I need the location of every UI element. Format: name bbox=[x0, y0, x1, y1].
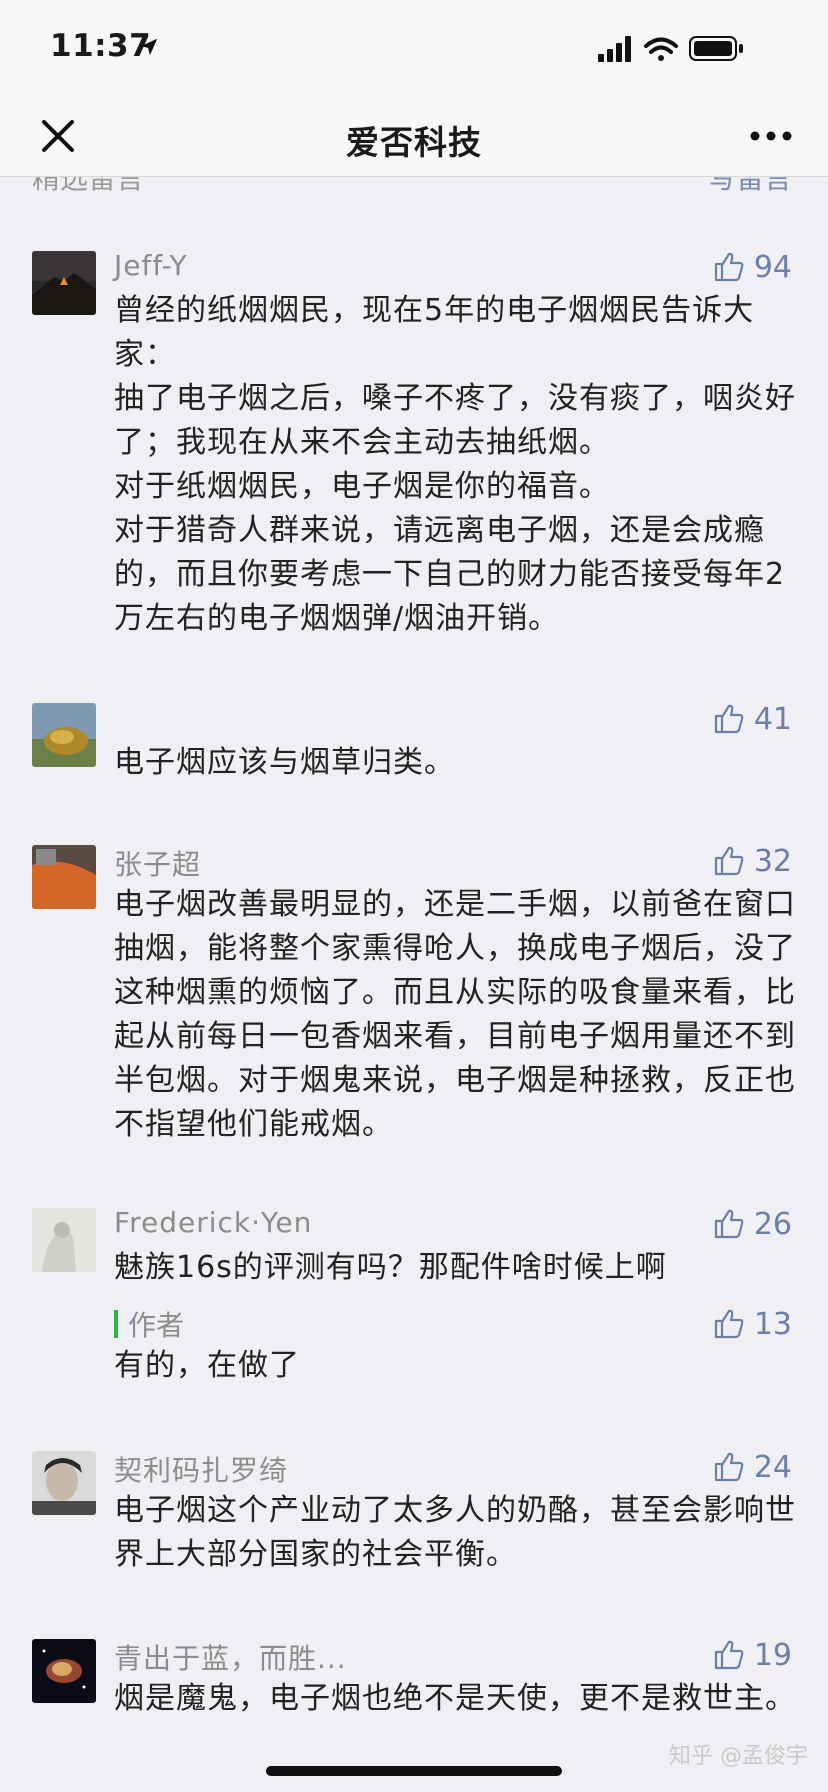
avatar[interactable] bbox=[32, 845, 96, 909]
nav-bar: 爱否科技 bbox=[0, 100, 828, 177]
thumbs-up-icon bbox=[714, 846, 744, 876]
like-count: 13 bbox=[753, 1306, 792, 1342]
like-button[interactable]: 26 bbox=[712, 1204, 792, 1244]
comment-text: 电子烟这个产业动了太多人的奶酪，甚至会影响世界上大部分国家的社会平衡。 bbox=[114, 1493, 796, 1572]
like-count: 94 bbox=[753, 249, 792, 285]
nickname: 契利码扎罗绮 bbox=[114, 1454, 289, 1487]
author-marker bbox=[114, 1310, 118, 1338]
like-count: 32 bbox=[753, 843, 792, 879]
status-time: 11:37 bbox=[50, 28, 152, 64]
like-button[interactable]: 24 bbox=[712, 1447, 792, 1487]
signal-icon bbox=[598, 36, 631, 62]
reply-like-button[interactable]: 13 bbox=[712, 1304, 792, 1344]
watermark: 知乎 @孟俊宇 bbox=[669, 1744, 808, 1769]
write-comment-link[interactable]: 写留言 bbox=[708, 177, 792, 191]
location-arrow-icon bbox=[140, 38, 158, 56]
comment-text: 曾经的纸烟烟民，现在5年的电子烟烟民告诉大家： 抽了电子烟之后，嗓子不疼了，没有… bbox=[114, 293, 796, 636]
comment-text: 烟是魔鬼，电子烟也绝不是天使，更不是救世主。 bbox=[114, 1681, 796, 1716]
author-reply-header: 作者 bbox=[114, 1304, 184, 1344]
thumbs-up-icon bbox=[714, 1309, 744, 1339]
more-icon[interactable] bbox=[748, 120, 794, 152]
thumbs-up-icon bbox=[714, 1452, 744, 1482]
like-button[interactable]: 41 bbox=[712, 699, 792, 739]
thumbs-up-icon bbox=[714, 1640, 744, 1670]
thumbs-up-icon bbox=[714, 252, 744, 282]
comment-text: 魅族16s的评测有吗？那配件啥时候上啊 bbox=[114, 1250, 667, 1285]
status-indicators bbox=[598, 36, 743, 62]
comment-text: 电子烟改善最明显的，还是二手烟，以前爸在窗口抽烟，能将整个家熏得呛人，换成电子烟… bbox=[114, 887, 796, 1142]
page-title: 爱否科技 bbox=[346, 123, 482, 162]
author-label: 作者 bbox=[128, 1309, 185, 1342]
status-bar: 11:37 bbox=[0, 0, 828, 100]
like-button[interactable]: 94 bbox=[712, 247, 792, 287]
nickname: 青出于蓝，而胜... bbox=[114, 1642, 347, 1675]
thumbs-up-icon bbox=[714, 704, 744, 734]
featured-comments-label: 精选留言 bbox=[32, 177, 144, 191]
like-button[interactable]: 19 bbox=[712, 1635, 792, 1675]
author-reply-text: 有的，在做了 bbox=[114, 1348, 300, 1383]
wifi-icon bbox=[644, 37, 678, 61]
avatar[interactable] bbox=[32, 1451, 96, 1515]
like-count: 24 bbox=[753, 1449, 792, 1485]
avatar[interactable] bbox=[32, 1639, 96, 1703]
section-header: 精选留言 写留言 bbox=[0, 177, 828, 191]
nickname: 张子超 bbox=[114, 848, 202, 881]
comment-text: 电子烟应该与烟草归类。 bbox=[114, 745, 455, 780]
like-button[interactable]: 32 bbox=[712, 841, 792, 881]
battery-icon bbox=[689, 36, 743, 61]
nickname: Jeff-Y bbox=[114, 249, 188, 282]
avatar[interactable] bbox=[32, 251, 96, 315]
like-count: 41 bbox=[753, 701, 792, 737]
avatar[interactable] bbox=[32, 703, 96, 767]
nickname: Frederick·Yen bbox=[114, 1206, 313, 1239]
avatar[interactable] bbox=[32, 1208, 96, 1272]
home-indicator[interactable] bbox=[266, 1766, 562, 1776]
like-count: 19 bbox=[753, 1637, 792, 1673]
like-count: 26 bbox=[753, 1206, 792, 1242]
thumbs-up-icon bbox=[714, 1209, 744, 1239]
